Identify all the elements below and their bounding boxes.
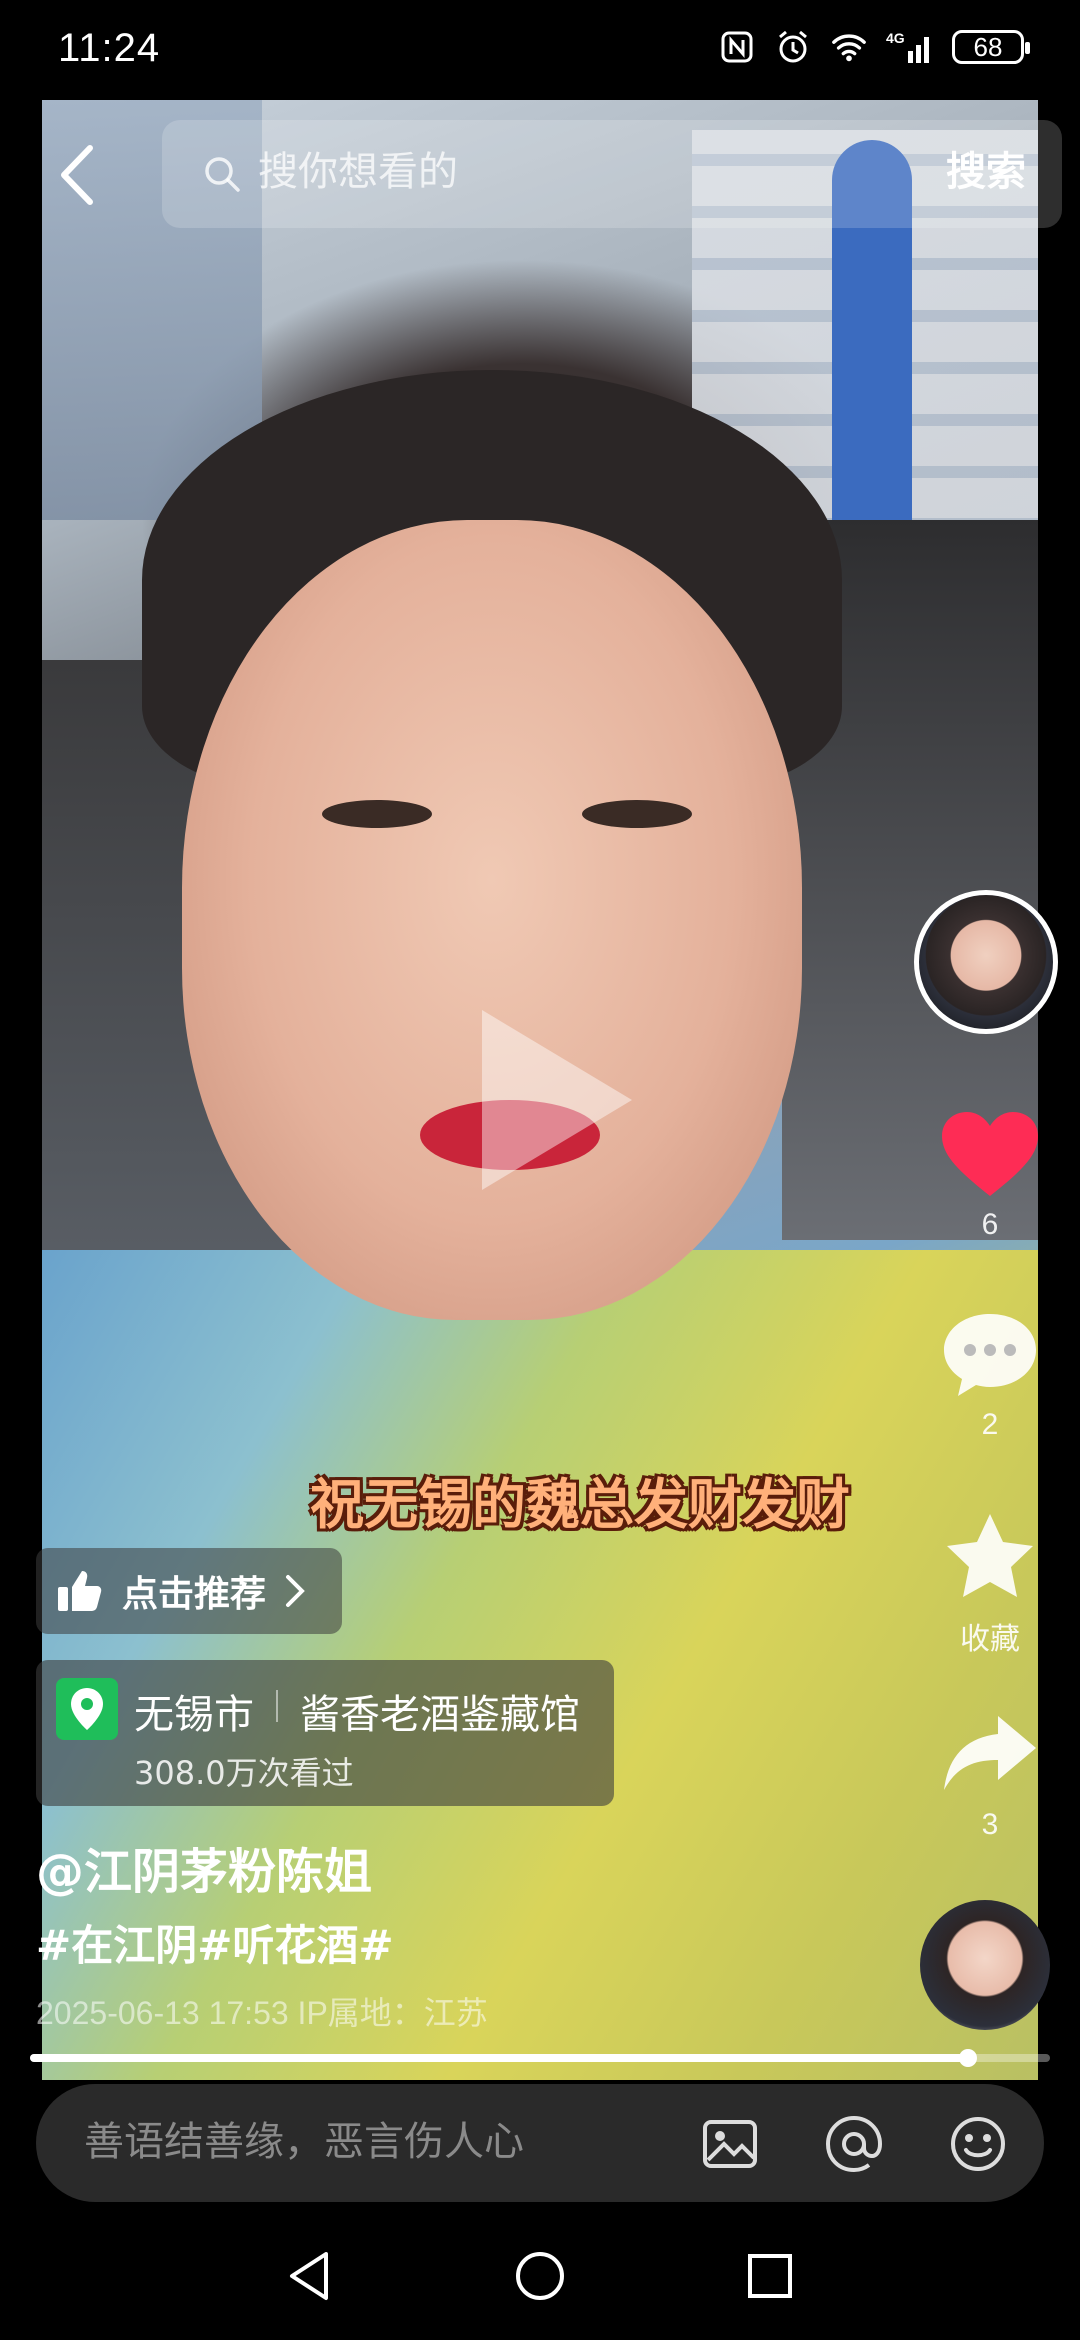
back-icon[interactable] bbox=[52, 140, 102, 210]
video-progress-bar[interactable] bbox=[30, 2049, 1050, 2067]
search-bar[interactable]: 搜你想看的 搜索 bbox=[162, 120, 1062, 228]
share-count: 3 bbox=[981, 1808, 999, 1841]
comment-icon bbox=[944, 1314, 1036, 1396]
alarm-icon bbox=[774, 28, 812, 66]
back-triangle-icon[interactable] bbox=[282, 2248, 338, 2304]
like-button[interactable]: 6 bbox=[930, 1110, 1050, 1242]
post-meta: 2025-06-13 17:53 IP属地：江苏 bbox=[36, 1995, 488, 2031]
emoji-icon[interactable] bbox=[948, 2114, 1008, 2174]
chevron-right-icon bbox=[286, 1575, 305, 1607]
location-separator bbox=[276, 1690, 278, 1722]
comment-button[interactable]: 2 bbox=[930, 1310, 1050, 1442]
hashtags[interactable]: #在江阴#听花酒# bbox=[36, 1912, 394, 1973]
play-icon[interactable] bbox=[482, 1010, 632, 1190]
location-city: 无锡市 bbox=[134, 1692, 254, 1738]
battery-indicator: 68 bbox=[952, 30, 1030, 64]
person-eye-right bbox=[582, 800, 692, 828]
home-circle-icon[interactable] bbox=[512, 2248, 568, 2304]
recents-square-icon[interactable] bbox=[742, 2248, 798, 2304]
location-pin-icon bbox=[56, 1678, 118, 1740]
search-icon bbox=[205, 157, 240, 192]
share-arrow-icon bbox=[944, 1716, 1036, 1790]
like-count: 6 bbox=[981, 1208, 999, 1241]
signal-4g-icon: 4G bbox=[886, 28, 934, 66]
network-label: 4G bbox=[886, 30, 905, 46]
comment-input[interactable]: 善语结善缘，恶言伤人心 bbox=[84, 2112, 524, 2172]
share-button[interactable]: 3 bbox=[930, 1710, 1050, 1842]
thumbs-up-icon bbox=[58, 1571, 102, 1611]
wifi-icon bbox=[830, 28, 868, 66]
status-bar: 11:24 4G 68 bbox=[0, 0, 1080, 100]
video-subtitle: 祝无锡的魏总发财发财 bbox=[310, 1473, 850, 1536]
comment-bar[interactable]: 善语结善缘，恶言伤人心 bbox=[36, 2084, 1044, 2202]
battery-level: 68 bbox=[973, 31, 1003, 62]
location-card[interactable]: 无锡市 酱香老酒鉴藏馆 308.0万次看过 bbox=[36, 1660, 614, 1806]
music-disc-avatar[interactable] bbox=[920, 1900, 1050, 2030]
nfc-icon bbox=[718, 28, 756, 66]
recommend-chip[interactable]: 点击推荐 bbox=[36, 1548, 342, 1634]
system-nav-bar bbox=[0, 2212, 1080, 2340]
status-icons: 4G 68 bbox=[718, 28, 1030, 66]
person-face bbox=[182, 520, 802, 1320]
recommend-label: 点击推荐 bbox=[122, 1574, 267, 1615]
favorite-label: 收藏 bbox=[960, 1623, 1020, 1656]
location-venue: 酱香老酒鉴藏馆 bbox=[300, 1692, 580, 1738]
comment-count: 2 bbox=[981, 1408, 999, 1441]
heart-icon bbox=[942, 1112, 1038, 1196]
status-time: 11:24 bbox=[58, 26, 161, 70]
location-views: 308.0万次看过 bbox=[134, 1754, 354, 1792]
progress-fill bbox=[30, 2054, 969, 2062]
image-icon[interactable] bbox=[700, 2114, 760, 2174]
search-input[interactable]: 搜你想看的 bbox=[258, 142, 458, 202]
person-eye-left bbox=[322, 800, 432, 828]
mention-icon[interactable] bbox=[824, 2114, 884, 2174]
author-avatar[interactable] bbox=[914, 890, 1058, 1034]
author-name[interactable]: @江阴茅粉陈姐 bbox=[36, 1832, 372, 1902]
search-button[interactable]: 搜索 bbox=[946, 142, 1026, 202]
